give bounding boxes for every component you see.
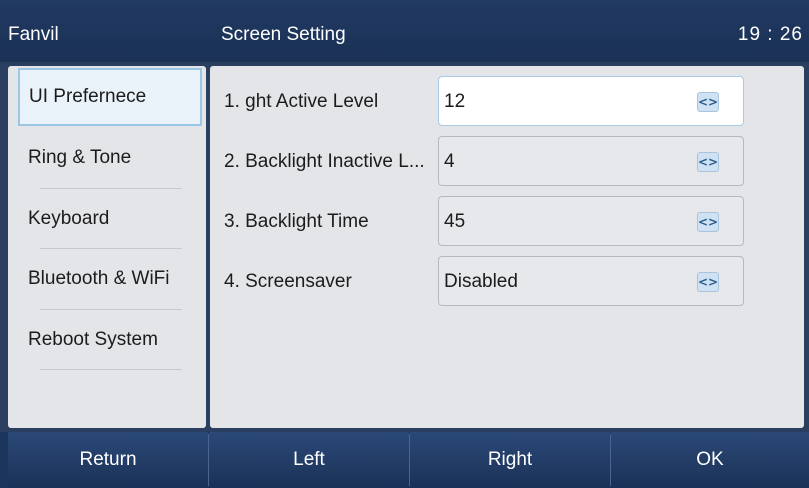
backlight-inactive-level-field[interactable]: 4 <> [438,136,744,186]
sidebar-item-label: Bluetooth & WiFi [28,268,170,289]
field-value: 45 [444,211,466,232]
left-right-arrows-icon[interactable]: <> [697,152,719,172]
sidebar-item-label: Keyboard [28,208,110,229]
return-button[interactable]: Return [8,432,208,488]
left-right-arrows-icon[interactable]: <> [697,272,719,292]
content-area: UI Prefernece Ring & Tone Keyboard Bluet… [0,62,809,432]
backlight-time-field[interactable]: 45 <> [438,196,744,246]
sidebar-item-ui-preference[interactable]: UI Prefernece [18,68,202,126]
left-right-arrows-icon[interactable]: <> [697,92,719,112]
sidebar: UI Prefernece Ring & Tone Keyboard Bluet… [8,66,206,428]
field-value: Disabled [444,271,518,292]
left-button[interactable]: Left [209,432,409,488]
sidebar-item-label: Reboot System [28,329,158,350]
screensaver-field[interactable]: Disabled <> [438,256,744,306]
sidebar-item-keyboard[interactable]: Keyboard [8,189,206,249]
field-value: 12 [444,91,466,112]
header-bar: Fanvil Screen Setting 19 : 26 [0,0,809,62]
setting-label-backlight-active: 1. ɡht Active Level [224,91,379,112]
backlight-active-level-field[interactable]: 12 <> [438,76,744,126]
page-title: Screen Setting [221,24,346,45]
setting-label-backlight-inactive: 2. Backlight Inactive L... [224,151,425,172]
sidebar-item-label: UI Prefernece [29,86,147,107]
sidebar-divider [40,369,182,370]
left-right-arrows-icon[interactable]: <> [697,212,719,232]
ok-button[interactable]: OK [611,432,809,488]
sidebar-item-label: Ring & Tone [28,147,132,168]
sidebar-item-reboot-system[interactable]: Reboot System [8,310,206,370]
setting-label-backlight-time: 3. Backlight Time [224,211,369,232]
softkey-bar: Return Left Right OK [0,432,809,488]
sidebar-item-ring-tone[interactable]: Ring & Tone [8,128,206,188]
phone-screen: Fanvil Screen Setting 19 : 26 UI Prefern… [0,0,809,488]
right-button[interactable]: Right [410,432,610,488]
settings-panel: 1. ɡht Active Level 12 <> 2. Backlight I… [210,66,804,428]
clock: 19 : 26 [737,24,803,45]
field-value: 4 [444,151,455,172]
sidebar-item-bluetooth-wifi[interactable]: Bluetooth & WiFi [8,249,206,309]
setting-label-screensaver: 4. Screensaver [224,271,352,292]
brand-label: Fanvil [8,24,59,45]
